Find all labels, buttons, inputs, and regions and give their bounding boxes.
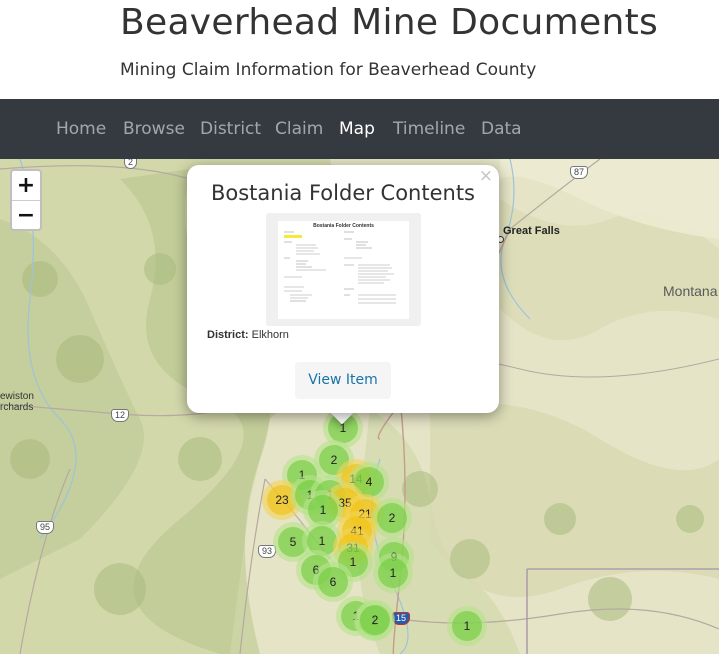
nav-claim[interactable]: Claim <box>275 119 323 139</box>
view-item-button[interactable]: View Item <box>295 362 391 399</box>
thumbnail-document-lines <box>284 231 396 304</box>
cluster-count: 1 <box>452 611 482 641</box>
highway-shield-87: 87 <box>570 166 589 179</box>
marker-cluster[interactable]: 2 <box>355 600 395 640</box>
nav-data[interactable]: Data <box>481 119 522 139</box>
marker-cluster[interactable]: 1 <box>447 606 487 646</box>
district-info: District: Elkhorn <box>207 329 289 341</box>
label-great-falls: Great Falls <box>503 225 560 237</box>
site-subtitle: Mining Claim Information for Beaverhead … <box>120 60 537 80</box>
district-label: District: <box>207 329 249 341</box>
highway-shield-12: 12 <box>111 409 130 422</box>
main-navbar: Home Browse District Claim Map Timeline … <box>0 99 719 159</box>
nav-timeline[interactable]: Timeline <box>393 119 465 139</box>
label-orchards: rchards <box>0 402 34 413</box>
nav-map[interactable]: Map <box>339 119 375 139</box>
marker-cluster[interactable]: 2 <box>372 498 412 538</box>
nav-district[interactable]: District <box>200 119 261 139</box>
cluster-count: 1 <box>378 558 408 588</box>
cluster-count: 6 <box>318 567 348 597</box>
marker-cluster[interactable]: 6 <box>313 562 353 602</box>
popup-title: Bostania Folder Contents <box>210 181 476 205</box>
district-value: Elkhorn <box>251 329 289 341</box>
site-title: Beaverhead Mine Documents <box>120 2 659 43</box>
marker-cluster[interactable]: 1 <box>373 553 413 593</box>
thumbnail-page: Bostania Folder Contents <box>278 221 409 319</box>
label-lewiston: ewiston <box>0 391 34 402</box>
zoom-control: + − <box>10 169 42 231</box>
cluster-count: 2 <box>360 605 390 635</box>
site-header: Beaverhead Mine Documents Mining Claim I… <box>0 0 719 99</box>
nav-browse[interactable]: Browse <box>123 119 185 139</box>
label-montana: Montana <box>663 283 718 299</box>
document-popup: × Bostania Folder Contents Bostania Fold… <box>187 165 499 413</box>
document-thumbnail[interactable]: Bostania Folder Contents <box>266 213 421 326</box>
zoom-in-button[interactable]: + <box>12 171 40 200</box>
nav-home[interactable]: Home <box>56 119 106 139</box>
zoom-out-button[interactable]: − <box>12 200 40 230</box>
highway-shield-95: 95 <box>36 521 55 534</box>
cluster-count: 2 <box>377 503 407 533</box>
